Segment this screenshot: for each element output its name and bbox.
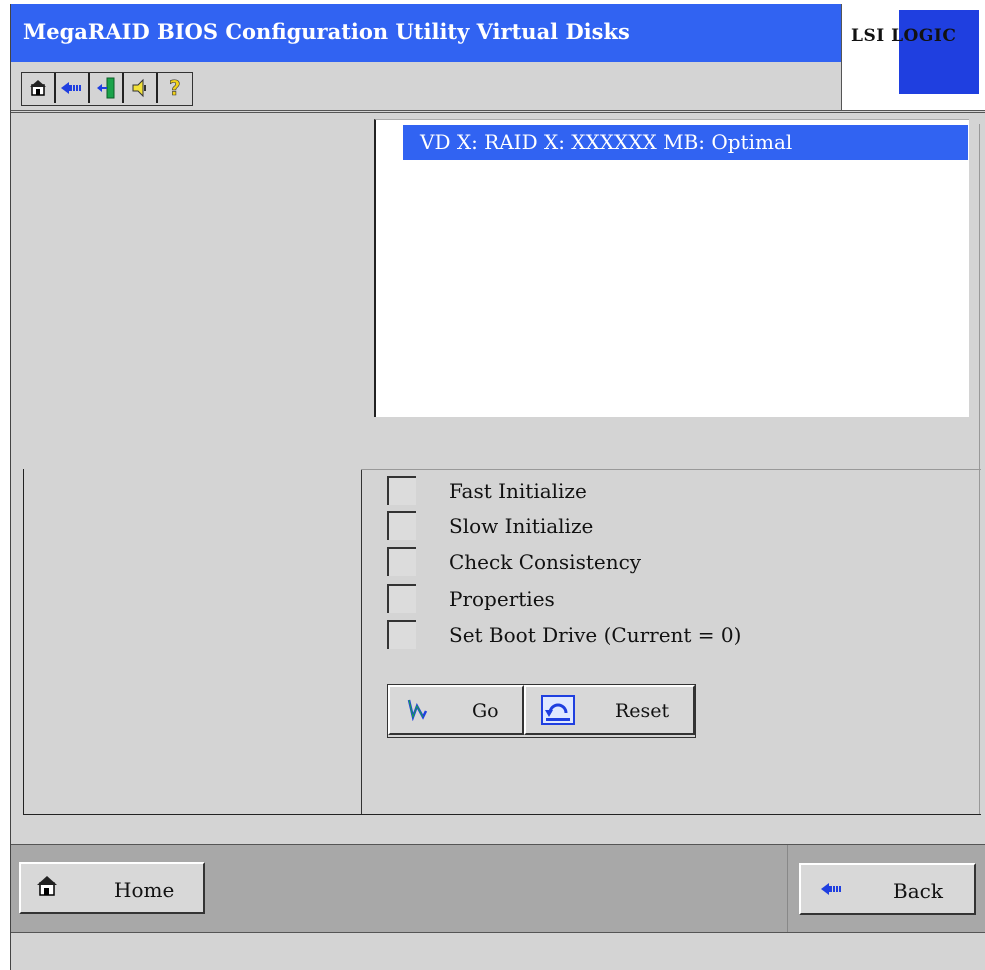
- toolbar-exit-button[interactable]: [90, 73, 124, 103]
- slow-initialize-checkbox[interactable]: [387, 511, 416, 540]
- lsi-logo: LSI LOGIC: [841, 4, 985, 111]
- virtual-disk-list[interactable]: VD X: RAID X: XXXXXX MB: Optimal: [374, 119, 969, 417]
- panel-divider-horizontal: [361, 469, 981, 470]
- svg-text:?: ?: [169, 77, 181, 99]
- logo-text: LSI LOGIC: [851, 26, 957, 46]
- reset-button[interactable]: Reset: [524, 685, 695, 735]
- virtual-disk-item[interactable]: VD X: RAID X: XXXXXX MB: Optimal: [403, 125, 968, 160]
- toolbar-home-button[interactable]: [22, 73, 56, 103]
- home-icon: [37, 876, 57, 896]
- title-bar: MegaRAID BIOS Configuration Utility Virt…: [11, 4, 841, 62]
- exit-door-icon: [97, 77, 115, 99]
- bottom-bar-separator: [787, 845, 788, 932]
- reset-label: Reset: [615, 700, 670, 722]
- check-consistency-label: Check Consistency: [449, 550, 642, 574]
- back-label: Back: [893, 879, 943, 903]
- home-label: Home: [114, 878, 175, 902]
- speaker-icon: [132, 78, 146, 98]
- option-fast-initialize[interactable]: Fast Initialize: [387, 476, 807, 506]
- option-set-boot-drive[interactable]: Set Boot Drive (Current = 0): [387, 620, 807, 650]
- go-label: Go: [472, 700, 499, 722]
- toolbar-sound-button[interactable]: [124, 73, 158, 103]
- go-button[interactable]: Go: [388, 685, 524, 735]
- right-panel-border: [979, 124, 980, 814]
- window-title: MegaRAID BIOS Configuration Utility Virt…: [23, 19, 630, 44]
- properties-checkbox[interactable]: [387, 584, 416, 613]
- slow-initialize-label: Slow Initialize: [449, 514, 594, 538]
- back-arrow-icon: [61, 82, 81, 94]
- back-button[interactable]: Back: [799, 863, 976, 915]
- fast-initialize-checkbox[interactable]: [387, 476, 416, 505]
- set-boot-drive-label: Set Boot Drive (Current = 0): [449, 623, 742, 647]
- check-consistency-checkbox[interactable]: [387, 547, 416, 576]
- left-panel-border: [23, 469, 24, 814]
- option-slow-initialize[interactable]: Slow Initialize: [387, 511, 807, 541]
- option-check-consistency[interactable]: Check Consistency: [387, 547, 807, 577]
- back-arrow-icon: [821, 883, 841, 895]
- go-arrow-icon: [407, 699, 428, 721]
- panel-bottom-border: [23, 814, 981, 815]
- action-buttons: Go Reset: [387, 684, 696, 738]
- home-icon: [30, 80, 46, 96]
- panel-divider-vertical: [361, 469, 362, 814]
- reset-icon: [541, 695, 575, 725]
- content-top-border: [11, 112, 985, 113]
- help-icon: ?: [169, 77, 181, 99]
- toolbar: ?: [11, 62, 841, 111]
- toolbar-help-button[interactable]: ?: [158, 73, 192, 103]
- home-button[interactable]: Home: [19, 862, 205, 914]
- logo-blue-block: [899, 10, 979, 94]
- toolbar-back-button[interactable]: [56, 73, 90, 103]
- properties-label: Properties: [449, 587, 555, 611]
- toolbar-button-group: ?: [21, 72, 193, 106]
- app-window: MegaRAID BIOS Configuration Utility Virt…: [10, 4, 985, 970]
- fast-initialize-label: Fast Initialize: [449, 479, 587, 503]
- set-boot-drive-checkbox[interactable]: [387, 620, 416, 649]
- option-properties[interactable]: Properties: [387, 584, 807, 614]
- bottom-navigation-bar: Home Back: [11, 844, 985, 933]
